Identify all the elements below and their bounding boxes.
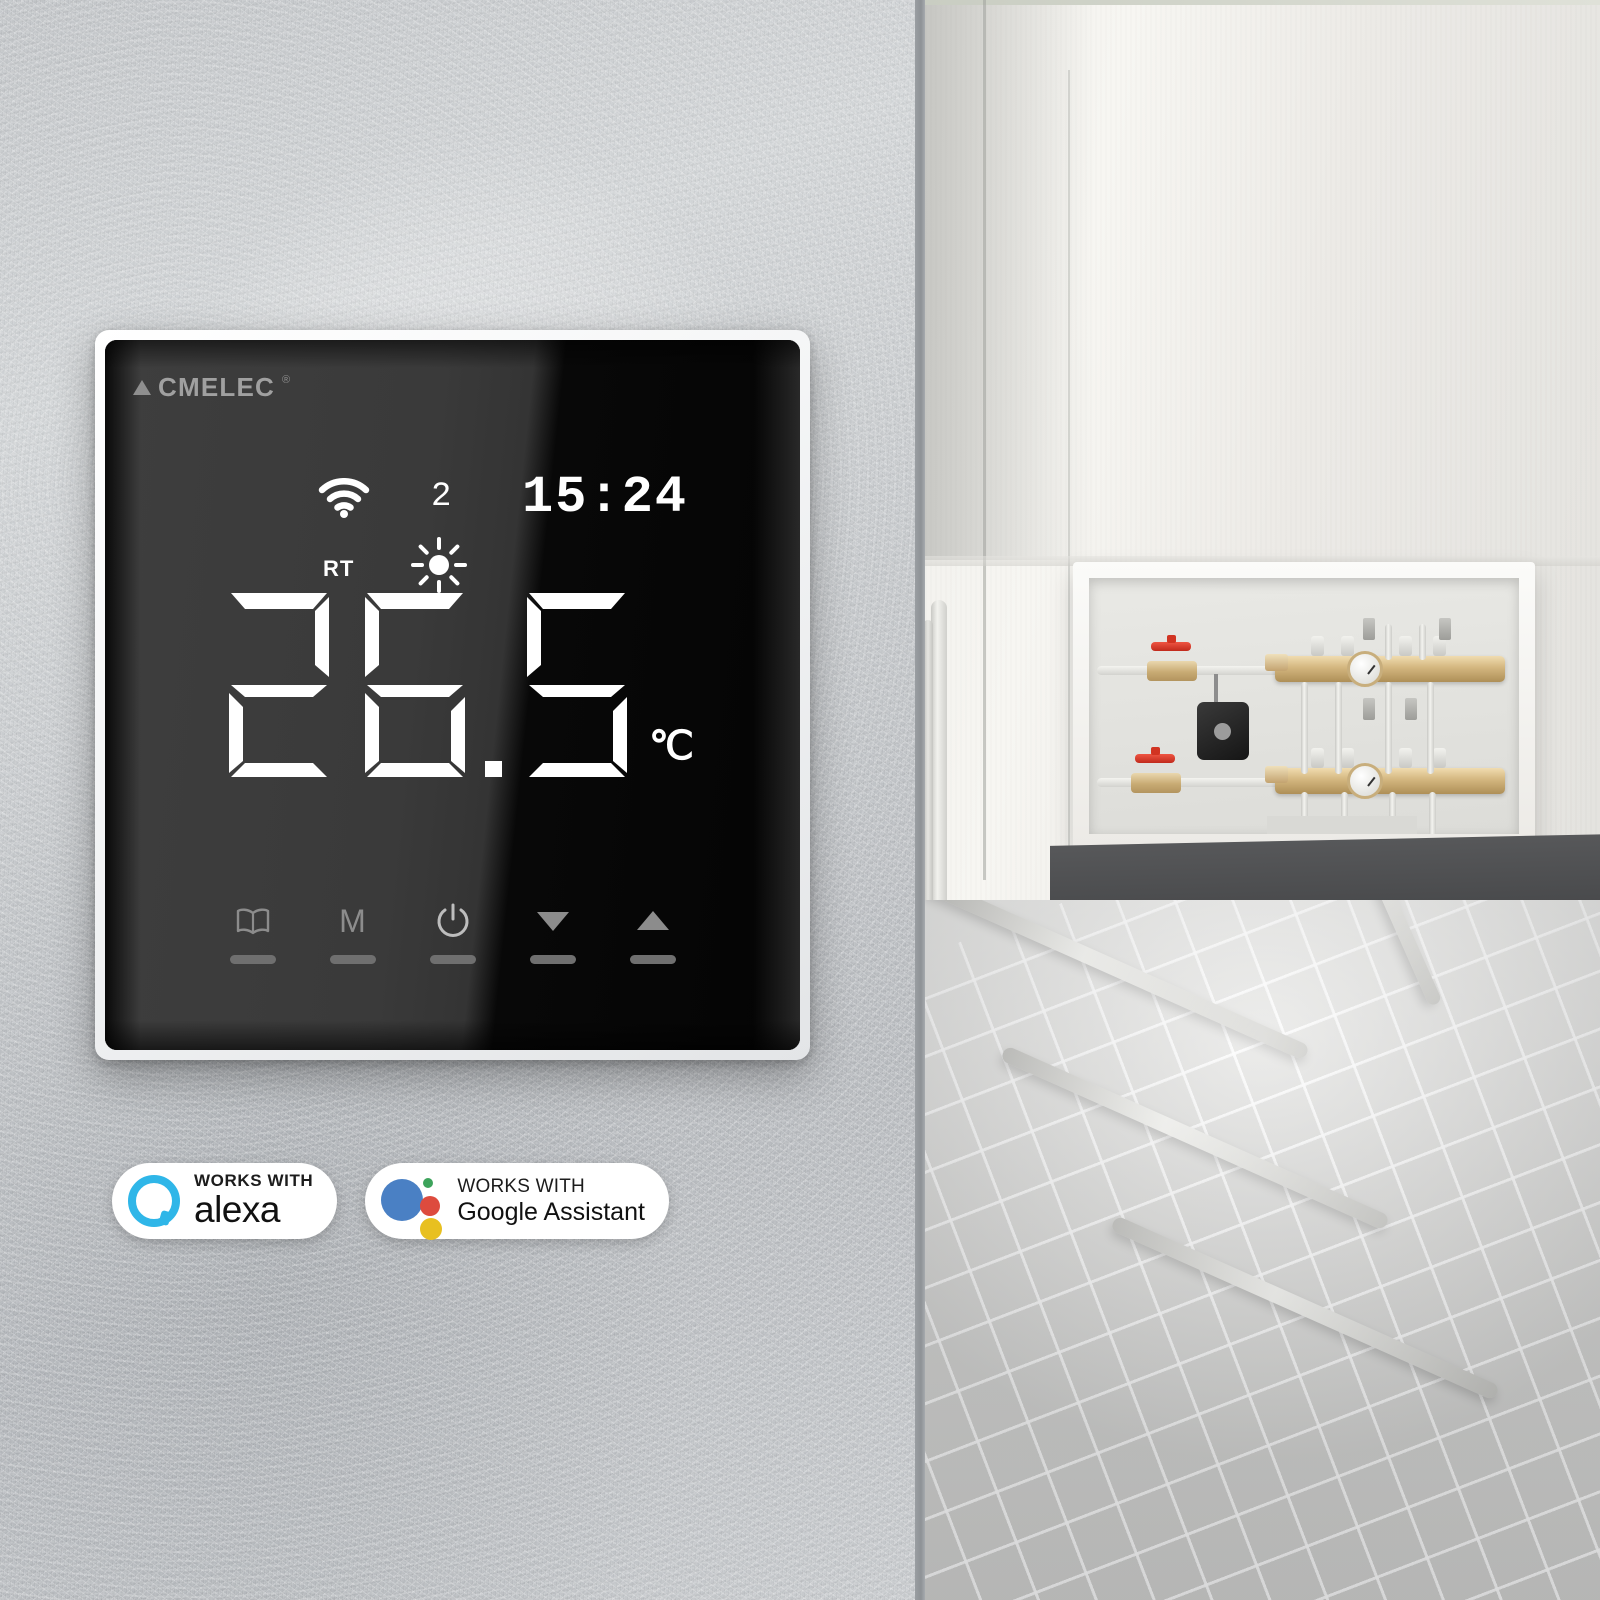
book-icon — [235, 900, 271, 942]
right-room-scene: 16:44 — [925, 0, 1600, 1600]
seg-digit-3 — [527, 593, 628, 777]
product-composite-image: CMELEC ® 2 15:24 RT ℃ M WORKS WITH alexa… — [0, 0, 1600, 1600]
underfloor-heating-area — [925, 900, 1600, 1600]
down-button-indicator — [529, 955, 576, 964]
wall-corner-line — [983, 0, 986, 880]
wifi-icon — [318, 478, 370, 518]
left-wall-scene: CMELEC ® 2 15:24 RT ℃ M WORKS WITH alexa… — [0, 0, 915, 1600]
triangle-logo-icon — [133, 380, 151, 395]
pipe-clip-2 — [1405, 698, 1417, 720]
alexa-ring-icon — [128, 1175, 180, 1227]
hose-4 — [1419, 624, 1426, 660]
hose-5 — [1385, 682, 1392, 774]
pressure-gauge-top — [1347, 651, 1383, 687]
manifold-cutout — [1267, 816, 1417, 834]
pipe-clip-1 — [1363, 698, 1375, 720]
actuator-2 — [1341, 636, 1354, 656]
hose-3 — [1385, 624, 1392, 660]
floor-lighting — [925, 900, 1600, 1600]
thermostat-device: CMELEC ® 2 15:24 RT ℃ M — [95, 330, 810, 1060]
alexa-badge-line2: alexa — [194, 1189, 280, 1230]
panel-divider — [915, 0, 925, 1600]
power-button[interactable] — [403, 900, 503, 964]
pipe-clip-4 — [1439, 618, 1451, 640]
mode-letter-m: M — [339, 900, 366, 942]
triangle-down-icon — [535, 900, 571, 942]
clock-display: 15:24 — [521, 468, 688, 527]
hose-6 — [1427, 682, 1434, 774]
seg-digit-2 — [365, 593, 466, 777]
heating-manifold-box — [1073, 562, 1535, 850]
circulation-pump — [1197, 702, 1249, 760]
power-button-indicator — [429, 955, 476, 964]
actuator-5 — [1311, 748, 1324, 768]
room-temperature-label: RT — [323, 556, 355, 581]
hose-2 — [1335, 682, 1342, 774]
glass-edge-bottom — [105, 1020, 800, 1050]
valve-handle-top — [1151, 635, 1191, 651]
thermostat-glass-panel: CMELEC ® 2 15:24 RT ℃ M — [105, 340, 800, 1050]
day-number: 2 — [431, 478, 452, 516]
google-badge[interactable]: WORKS WITH Google Assistant — [365, 1163, 669, 1240]
mode-button-indicator — [329, 955, 376, 964]
hose-10 — [1429, 792, 1436, 834]
pump-stem — [1214, 674, 1218, 702]
triangle-up-icon — [635, 900, 671, 942]
display-status-row: 2 15:24 — [105, 468, 800, 530]
temperature-unit: ℃ — [649, 724, 694, 768]
google-dots-icon — [381, 1170, 443, 1240]
seg-digit-1 — [229, 593, 330, 777]
actuator-8 — [1433, 748, 1446, 768]
google-badge-line2: Google Assistant — [457, 1197, 645, 1226]
program-button-indicator — [229, 955, 276, 964]
ball-valve-top — [1147, 661, 1197, 681]
manifold-bar-top — [1275, 656, 1505, 682]
actuator-1 — [1311, 636, 1324, 656]
pressure-gauge-bottom — [1347, 763, 1383, 799]
wall-pipe-secondary — [925, 620, 933, 920]
down-button[interactable] — [503, 900, 603, 964]
alexa-badge[interactable]: WORKS WITH alexa — [112, 1163, 338, 1239]
pipe-clip-3 — [1363, 618, 1375, 640]
actuator-7 — [1399, 748, 1412, 768]
brand-name: CMELEC — [158, 372, 275, 402]
manifold-end-fitting-bottom — [1265, 766, 1288, 783]
control-button-row: M — [105, 874, 800, 964]
google-badge-line1: WORKS WITH — [457, 1175, 585, 1197]
mode-button[interactable]: M — [303, 900, 403, 964]
decimal-point — [485, 761, 503, 777]
wall-shadow — [925, 0, 1125, 560]
hose-1 — [1301, 682, 1308, 774]
up-button[interactable] — [603, 900, 703, 964]
up-button-indicator — [629, 955, 676, 964]
wall-pipe — [931, 600, 947, 930]
wall-corner-line-2 — [1068, 70, 1070, 870]
manifold-interior — [1089, 578, 1519, 834]
glass-edge-top — [105, 340, 800, 368]
temperature-display: ℃ — [105, 585, 800, 785]
ceiling-edge — [925, 0, 1600, 5]
brand-logo: CMELEC ® — [133, 372, 290, 403]
power-icon — [433, 900, 473, 942]
compatibility-badges: WORKS WITH alexa WORKS WITH Google Assis… — [112, 1163, 669, 1240]
actuator-3 — [1399, 636, 1412, 656]
actuator-6 — [1341, 748, 1354, 768]
mode-button-label: M — [339, 902, 366, 939]
alexa-badge-line1: WORKS WITH — [194, 1171, 314, 1191]
ball-valve-bottom — [1131, 773, 1181, 793]
valve-handle-bottom — [1135, 747, 1175, 763]
registered-trademark-icon: ® — [281, 374, 291, 386]
program-button[interactable] — [203, 900, 303, 964]
manifold-end-fitting-top — [1265, 654, 1288, 671]
